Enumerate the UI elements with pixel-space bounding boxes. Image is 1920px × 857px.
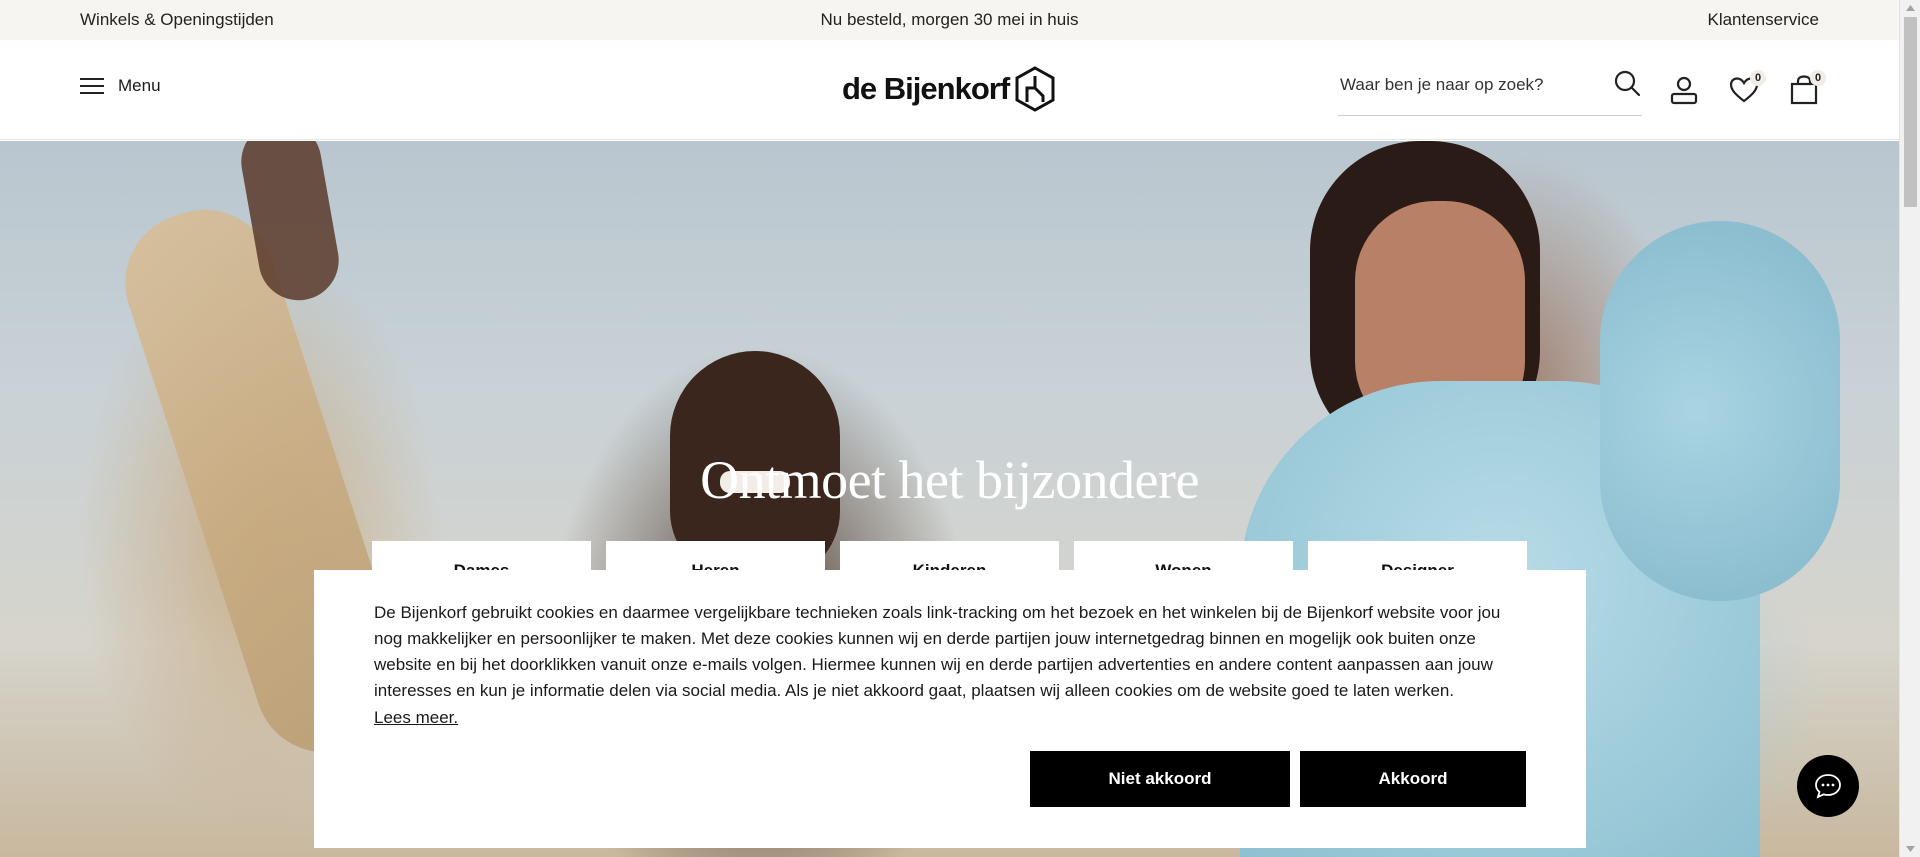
accept-button[interactable]: Akkoord	[1300, 751, 1526, 807]
scroll-down-icon[interactable]	[1900, 840, 1920, 857]
menu-label: Menu	[118, 76, 161, 95]
hero-title: Ontmoet het bijzondere	[700, 450, 1199, 510]
cookie-text: De Bijenkorf gebruikt cookies en daarmee…	[374, 603, 1501, 700]
wishlist-count-badge: 0	[1750, 70, 1766, 86]
logo-text: de Bijenkorf	[842, 71, 1010, 106]
cart-count-badge: 0	[1810, 70, 1826, 86]
cookie-actions: Niet akkoord Akkoord	[1030, 751, 1526, 807]
page: Winkels & Openingstijden Nu besteld, mor…	[0, 0, 1899, 857]
site-header: Menu de Bijenkorf 0	[0, 40, 1899, 140]
search-bar	[1338, 62, 1642, 116]
logo[interactable]: de Bijenkorf	[842, 66, 1055, 112]
delivery-message-wrap: Nu besteld, morgen 30 mei in huis	[0, 10, 1899, 30]
top-bar: Winkels & Openingstijden Nu besteld, mor…	[0, 0, 1899, 40]
chat-bubble-icon	[1815, 774, 1841, 799]
logo-mark-icon	[1015, 66, 1055, 112]
customer-service-link[interactable]: Klantenservice	[1707, 10, 1819, 30]
search-icon[interactable]	[1612, 68, 1642, 98]
cookie-banner: De Bijenkorf gebruikt cookies en daarmee…	[314, 570, 1586, 848]
wishlist-button[interactable]: 0	[1728, 70, 1766, 106]
stores-link[interactable]: Winkels & Openingstijden	[80, 10, 274, 30]
chat-button[interactable]	[1797, 755, 1859, 817]
page-scrollbar[interactable]	[1899, 0, 1920, 857]
account-icon[interactable]	[1668, 74, 1700, 106]
scrollbar-thumb[interactable]	[1904, 17, 1917, 207]
read-more-link[interactable]: Lees meer.	[374, 708, 458, 728]
cart-button[interactable]: 0	[1788, 70, 1826, 106]
decline-button[interactable]: Niet akkoord	[1030, 751, 1290, 807]
scroll-up-icon[interactable]	[1900, 0, 1920, 17]
menu-button[interactable]: Menu	[80, 76, 161, 96]
delivery-message: Nu besteld, morgen 30 mei in huis	[820, 10, 1079, 29]
search-input[interactable]	[1340, 70, 1590, 100]
hamburger-icon	[80, 77, 104, 95]
